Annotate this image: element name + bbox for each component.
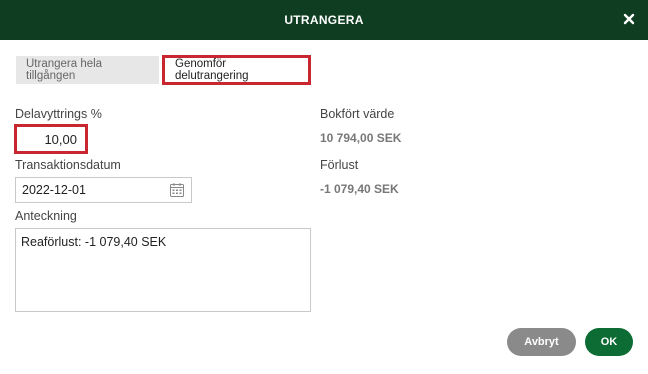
tab-partial-disposal[interactable]: Genomför delutrangering (162, 55, 311, 85)
calendar-icon[interactable] (169, 182, 185, 198)
note-field-wrapper: Reaförlust: -1 079,40 SEK (15, 228, 311, 312)
tab-full-disposal[interactable]: Utrangera hela tillgången (16, 56, 159, 84)
dialog-title: UTRANGERA (284, 13, 364, 27)
percent-label: Delavyttrings % (15, 107, 102, 121)
book-value-label: Bokfört värde (320, 107, 395, 121)
date-input[interactable] (16, 178, 161, 202)
cancel-button[interactable]: Avbryt (507, 328, 576, 356)
note-textarea[interactable]: Reaförlust: -1 079,40 SEK (16, 229, 310, 311)
loss-value: -1 079,40 SEK (320, 182, 399, 196)
loss-label: Förlust (320, 158, 359, 172)
date-field-wrapper (15, 177, 192, 203)
percent-input[interactable] (17, 127, 85, 151)
ok-button[interactable]: OK (585, 328, 633, 356)
tab-bar: Utrangera hela tillgången Genomför delut… (16, 55, 311, 85)
note-label: Anteckning (15, 209, 77, 223)
percent-field-wrapper (14, 124, 88, 154)
date-label: Transaktionsdatum (15, 158, 121, 172)
book-value: 10 794,00 SEK (320, 131, 402, 145)
close-icon[interactable] (622, 12, 636, 26)
dialog-header: UTRANGERA (0, 0, 648, 40)
